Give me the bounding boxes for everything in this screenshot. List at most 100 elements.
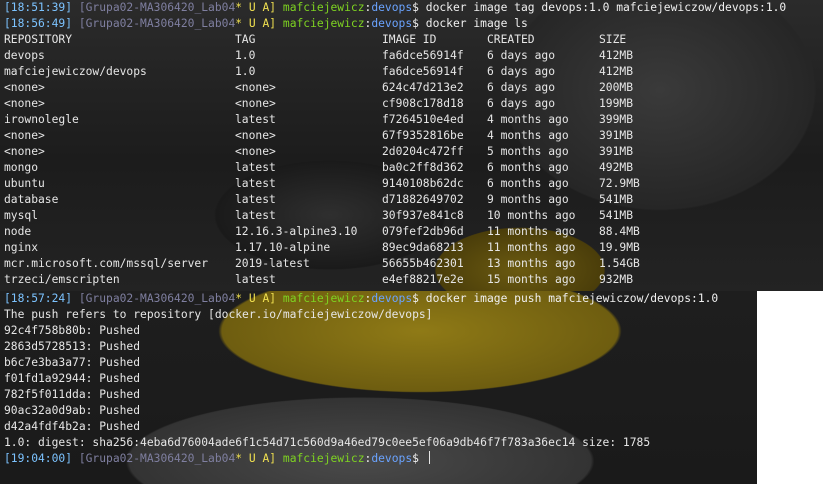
table-cell: 89ec9da68213 [382,241,464,254]
table-cell: 19.9MB [599,241,640,254]
table-cell: <none> [235,81,276,94]
prompt-branch: [Grupa02-MA306420_Lab04 [78,1,236,14]
table-cell: ba0c2ff8d362 [382,161,464,174]
prompt-user: mafciejewicz [282,292,365,305]
table-cell: 56655b462301 [382,257,464,270]
prompt-dollar: $ [412,452,419,465]
table-header: REPOSITORY TAG IMAGE ID CREATED SIZE [0,32,823,48]
image-list: devops 1.0 fa6dce56914f 6 days ago 412MB mafc… [0,48,823,288]
prompt-timestamp: [18:56:49] [4,17,73,30]
table-cell: 13 months ago [487,257,576,270]
table-cell: 079fef2db96d [382,225,464,238]
prompt-path: devops [371,1,413,14]
table-cell: 6 days ago [487,49,556,62]
table-cell: mafciejewiczow/devops [4,65,147,78]
table-cell: <none> [4,129,45,142]
prompt-dollar: $ [412,17,419,30]
table-cell: 391MB [599,145,634,158]
prompt-branch: [Grupa02-MA306420_Lab04 [78,17,236,30]
command-text: docker image push mafciejewiczow/devops:… [425,292,719,305]
prompt-line: [18:51:39] [Grupa02-MA306420_Lab04* U A]… [0,0,823,16]
active-prompt-line[interactable]: [19:04:00] [Grupa02-MA306420_Lab04* U A]… [0,451,757,467]
table-cell: 391MB [599,129,634,142]
output-line: b6c7e3ba3a77: Pushed [4,356,141,369]
table-cell: 541MB [599,193,634,206]
table-cell: 200MB [599,81,634,94]
table-row: devops 1.0 fa6dce56914f 6 days ago 412MB [0,48,823,64]
table-cell: fa6dce56914f [382,65,464,78]
table-cell: latest [235,209,276,222]
prompt-timestamp: [18:51:39] [4,1,73,14]
table-cell: 2019-latest [235,257,310,270]
output-line: 782f5f011dda: Pushed [4,388,141,401]
prompt-line: [18:57:24] [Grupa02-MA306420_Lab04* U A]… [0,291,757,307]
prompt-path: devops [371,452,413,465]
table-cell: f7264510e4ed [382,113,464,126]
prompt-dollar: $ [412,292,419,305]
table-cell: mcr.microsoft.com/mssql/server [4,257,209,270]
table-cell: 15 months ago [487,273,576,286]
table-row: mafciejewiczow/devops 1.0 fa6dce56914f 6 da… [0,64,823,80]
terminal-window-top[interactable]: [18:51:39] [Grupa02-MA306420_Lab04* U A]… [0,0,823,291]
table-cell: 2d0204c472ff [382,145,464,158]
table-cell: <none> [4,97,45,110]
prompt-dollar: $ [412,1,419,14]
table-row: irownolegle latest f7264510e4ed 4 months ag… [0,112,823,128]
table-row: <none> <none> cf908c178d18 6 days ago 199MB [0,96,823,112]
table-cell: latest [235,193,276,206]
table-cell: 1.0 [235,49,256,62]
table-row: <none> <none> 2d0204c472ff 5 months ago 391M… [0,144,823,160]
column-header: TAG [235,33,256,46]
table-cell: 1.0 [235,65,256,78]
prompt-git-flags: * U A] [235,1,277,14]
prompt-branch: [Grupa02-MA306420_Lab04 [78,292,236,305]
table-cell: <none> [235,97,276,110]
table-cell: trzeci/emscripten [4,273,120,286]
text-cursor [428,451,430,464]
table-cell: 88.4MB [599,225,640,238]
terminal-window-bottom[interactable]: [18:57:24] [Grupa02-MA306420_Lab04* U A]… [0,291,757,484]
table-cell: <none> [4,81,45,94]
table-cell: 30f937e841c8 [382,209,464,222]
command-text: docker image tag devops:1.0 mafciejewicz… [425,1,787,14]
table-cell: 67f9352816be [382,129,464,142]
table-cell: 624c47d213e2 [382,81,464,94]
prompt-git-flags: * U A] [235,292,277,305]
prompt-timestamp: [18:57:24] [4,292,73,305]
column-header: IMAGE ID [382,33,437,46]
prompt-path: devops [371,17,413,30]
table-row: mysql latest 30f937e841c8 10 months ago 541M… [0,208,823,224]
table-cell: node [4,225,32,238]
table-cell: 412MB [599,49,634,62]
table-row: mcr.microsoft.com/mssql/server 2019-lates… [0,256,823,272]
table-cell: 412MB [599,65,634,78]
table-cell: 72.9MB [599,177,640,190]
table-cell: <none> [235,145,276,158]
output-line: f01fd1a92944: Pushed [4,372,141,385]
table-cell: 9140108b62dc [382,177,464,190]
table-cell: e4ef88217e2e [382,273,464,286]
table-cell: database [4,193,59,206]
table-cell: 11 months ago [487,241,576,254]
table-cell: 9 months ago [487,193,569,206]
output-line: 90ac32a0d9ab: Pushed [4,404,141,417]
table-cell: d71882649702 [382,193,464,206]
output-line: 92c4f758b80b: Pushed [4,324,141,337]
prompt-timestamp: [19:04:00] [4,452,73,465]
output-line: d42a4fdf4b2a: Pushed [4,420,141,433]
table-row: node 12.16.3-alpine3.10 079fef2db96d 11 mon… [0,224,823,240]
table-row: mongo latest ba0c2ff8d362 6 months ago 492MB [0,160,823,176]
table-cell: 12.16.3-alpine3.10 [235,225,358,238]
table-cell: latest [235,161,276,174]
table-cell: 6 days ago [487,65,556,78]
output-line: 2863d5728513: Pushed [4,340,141,353]
table-row: <none> <none> 624c47d213e2 6 days ago 200MB [0,80,823,96]
table-cell: 399MB [599,113,634,126]
prompt-user: mafciejewicz [282,17,365,30]
table-cell: irownolegle [4,113,79,126]
table-row: trzeci/emscripten latest e4ef88217e2e 15 mo… [0,272,823,288]
table-cell: 11 months ago [487,225,576,238]
push-output: The push refers to repository [docker.io… [0,307,757,451]
table-cell: 6 days ago [487,97,556,110]
prompt-branch: [Grupa02-MA306420_Lab04 [78,452,236,465]
